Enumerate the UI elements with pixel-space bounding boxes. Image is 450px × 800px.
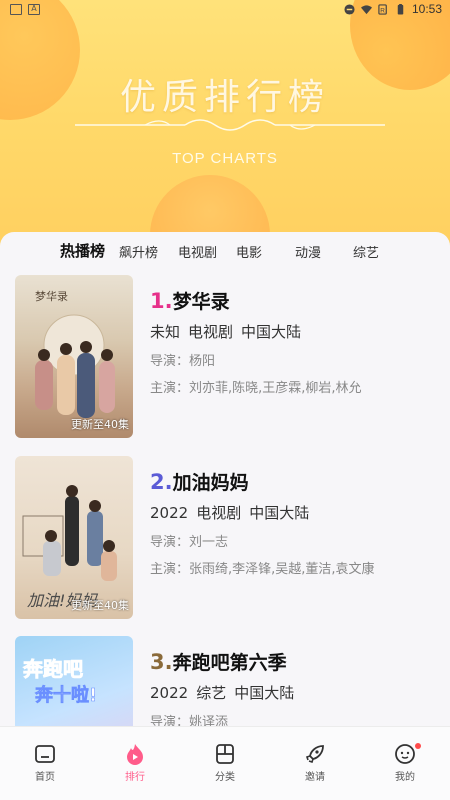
title-text: 加油妈妈	[172, 472, 249, 494]
home-icon	[35, 745, 55, 763]
app-notification-icon: A	[28, 4, 40, 15]
tab-hot[interactable]: 热播榜	[60, 240, 105, 261]
list-item[interactable]: 加油!妈妈 更新至40集 2.加油妈妈 2022 电视剧 中国大陆 导演：刘一志 主…	[15, 456, 445, 621]
svg-text:奔十啦!: 奔十啦!	[34, 684, 97, 706]
poster-image[interactable]: 加油!妈妈 更新至40集	[15, 456, 133, 619]
item-title[interactable]: 1.梦华录	[150, 287, 450, 315]
region-text: 中国大陆	[234, 684, 295, 702]
year-text: 未知	[150, 323, 181, 341]
item-meta: 2022 综艺 中国大陆	[150, 682, 450, 704]
item-meta: 2022 电视剧 中国大陆	[150, 502, 450, 524]
item-meta: 未知 电视剧 中国大陆	[150, 321, 450, 343]
nav-label: 首页	[35, 772, 55, 783]
director-text: 导演：姚译添	[150, 715, 229, 726]
ranking-panel: 热播榜 飙升榜 电视剧 电影 动漫 综艺 梦华录 更新至40集 1.梦华录 未知…	[0, 232, 450, 726]
top-banner: A R 10:53 优质排行榜 TOP CHARTS	[0, 0, 450, 260]
year-text: 2022	[150, 504, 189, 522]
tab-movie[interactable]: 电影	[236, 242, 262, 261]
cast-text: 主演：张雨绮,李泽锋,吴越,董洁,袁文康	[150, 562, 375, 577]
type-text: 电视剧	[188, 323, 234, 341]
flame-icon	[127, 744, 143, 765]
update-badge: 更新至40集	[71, 599, 129, 612]
nav-profile[interactable]: 我的	[375, 743, 435, 783]
rank-number: 1.	[150, 289, 173, 313]
svg-text:奔跑吧: 奔跑吧	[22, 657, 83, 681]
svg-text:R: R	[380, 7, 385, 14]
nav-invite[interactable]: 邀请	[285, 743, 345, 783]
tab-rising[interactable]: 飙升榜	[119, 242, 158, 261]
status-time: 10:53	[411, 2, 442, 16]
title-text: 奔跑吧第六季	[172, 652, 287, 674]
svg-text:梦华录: 梦华录	[35, 289, 68, 303]
list-item[interactable]: 奔跑吧 奔十啦! 3.奔跑吧第六季 2022 综艺 中国大陆 导演：姚译添	[15, 636, 445, 726]
update-badge: 更新至40集	[71, 418, 129, 431]
ranking-tabs: 热播榜 飙升榜 电视剧 电影 动漫 综艺	[0, 238, 450, 268]
bottom-nav: 首页 排行 分类 邀请 我的	[0, 726, 450, 800]
item-title[interactable]: 2.加油妈妈	[150, 468, 450, 496]
notification-dot	[415, 743, 421, 749]
dnd-icon	[344, 3, 355, 15]
region-text: 中国大陆	[249, 504, 310, 522]
tab-anime[interactable]: 动漫	[295, 242, 321, 261]
nav-home[interactable]: 首页	[15, 743, 75, 783]
list-item[interactable]: 梦华录 更新至40集 1.梦华录 未知 电视剧 中国大陆 导演：杨阳 主演：刘亦菲,…	[15, 275, 445, 440]
rank-number: 3.	[150, 650, 173, 674]
rocket-icon	[305, 745, 324, 764]
rank-number: 2.	[150, 470, 173, 494]
banner-subtitle: TOP CHARTS	[172, 150, 278, 167]
cast-text: 主演：刘亦菲,陈晓,王彦霖,柳岩,林允	[150, 381, 362, 396]
gallery-notification-icon	[10, 4, 22, 15]
nav-label: 分类	[215, 772, 235, 783]
flourish-ornament	[75, 119, 385, 131]
title-text: 梦华录	[172, 291, 230, 313]
signal-icon: R	[378, 3, 387, 15]
tab-tv[interactable]: 电视剧	[178, 242, 217, 261]
item-title[interactable]: 3.奔跑吧第六季	[150, 648, 450, 676]
year-text: 2022	[150, 684, 189, 702]
wifi-icon	[360, 4, 372, 14]
type-text: 电视剧	[196, 504, 242, 522]
nav-label: 邀请	[305, 772, 325, 783]
poster-image[interactable]: 梦华录 更新至40集	[15, 275, 133, 438]
region-text: 中国大陆	[241, 323, 302, 341]
nav-label: 我的	[395, 772, 415, 783]
director-text: 导演：杨阳	[150, 354, 216, 369]
nav-ranking[interactable]: 排行	[105, 743, 165, 783]
nav-label: 排行	[125, 772, 145, 783]
tab-variety[interactable]: 综艺	[353, 242, 379, 261]
battery-icon	[397, 3, 404, 15]
poster-image[interactable]: 奔跑吧 奔十啦!	[15, 636, 133, 726]
profile-icon	[395, 744, 415, 764]
type-text: 综艺	[196, 684, 227, 702]
status-bar: A R 10:53	[0, 0, 450, 20]
nav-category[interactable]: 分类	[195, 743, 255, 783]
category-icon	[216, 744, 234, 764]
director-text: 导演：刘一志	[150, 535, 229, 550]
